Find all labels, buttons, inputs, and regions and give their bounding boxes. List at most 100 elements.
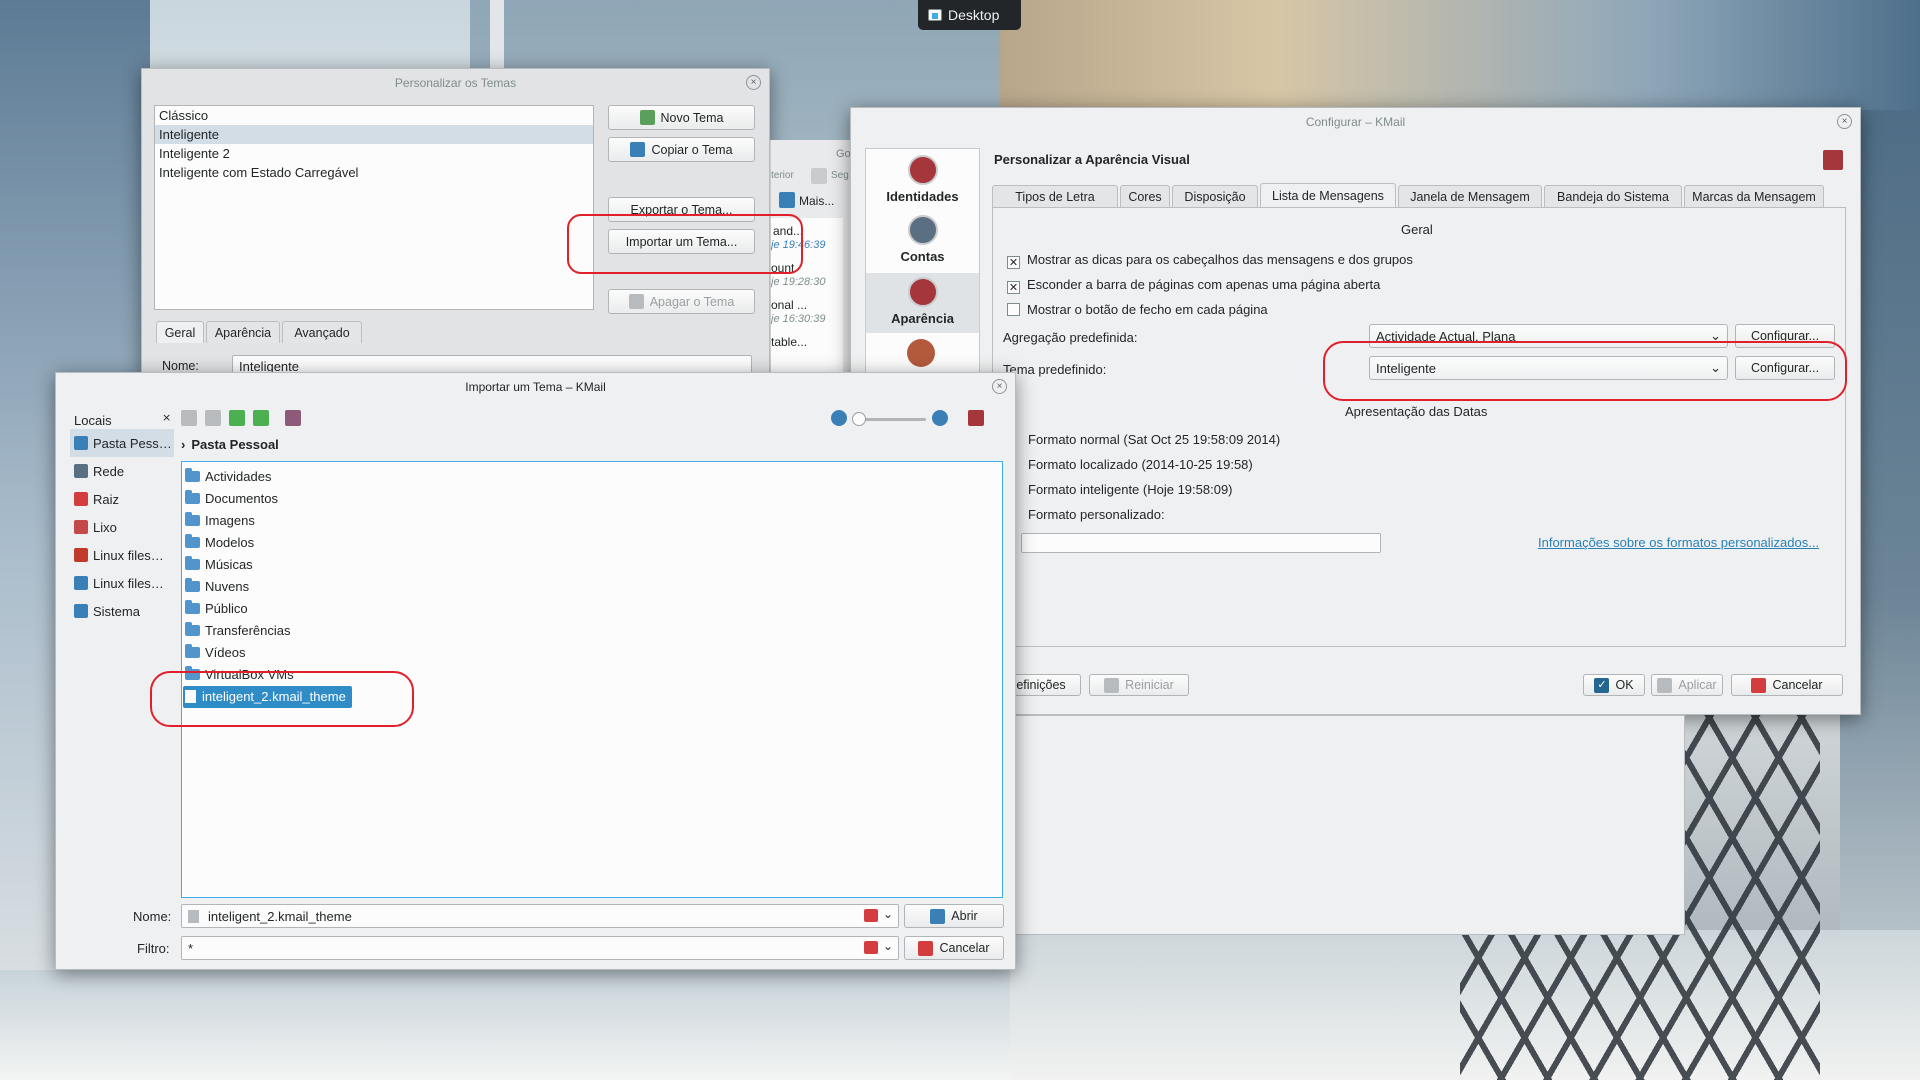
- button-label: Novo Tema: [660, 110, 724, 125]
- folder-item[interactable]: Nuvens: [183, 576, 1002, 598]
- date-format-normal[interactable]: Formato normal (Sat Oct 25 19:58:09 2014…: [1028, 432, 1280, 447]
- import-theme-button[interactable]: Importar um Tema...: [608, 229, 755, 254]
- tab-avancado[interactable]: Avançado: [282, 321, 362, 343]
- configure-aggregation-button[interactable]: Configurar...: [1735, 324, 1835, 348]
- tab-message-window[interactable]: Janela de Mensagem: [1398, 185, 1542, 207]
- place-home[interactable]: Pasta Pess…: [70, 429, 174, 457]
- ok-button[interactable]: ✓ OK: [1583, 674, 1645, 696]
- tab-layout[interactable]: Disposição: [1172, 185, 1258, 207]
- reload-icon[interactable]: [253, 410, 269, 426]
- export-theme-button[interactable]: Exportar o Tema...: [608, 197, 755, 222]
- tab-aparencia[interactable]: Aparência: [206, 321, 280, 343]
- folder-item[interactable]: Documentos: [183, 488, 1002, 510]
- place-root[interactable]: Raiz: [70, 485, 174, 513]
- up-icon[interactable]: [229, 410, 245, 426]
- chevron-down-icon[interactable]: ⌄: [883, 939, 893, 953]
- apply-button[interactable]: Aplicar: [1651, 674, 1723, 696]
- tab-message-tags[interactable]: Marcas da Mensagem: [1684, 185, 1824, 207]
- check-tooltips[interactable]: ✕ Mostrar as dicas para os cabeçalhos das…: [1007, 252, 1413, 269]
- place-linux-files-1[interactable]: Linux files…: [70, 541, 174, 569]
- filename-field[interactable]: inteligent_2.kmail_theme ⌄: [181, 904, 899, 928]
- configure-theme-button[interactable]: Configurar...: [1735, 356, 1835, 380]
- tab-colors[interactable]: Cores: [1120, 185, 1170, 207]
- zoom-slider[interactable]: [852, 412, 926, 426]
- folder-item[interactable]: Transferências: [183, 620, 1002, 642]
- folder-item[interactable]: VirtualBox VMs: [183, 664, 1002, 686]
- theme-item[interactable]: Clássico: [155, 106, 593, 125]
- place-network[interactable]: Rede: [70, 457, 174, 485]
- folder-icon: [185, 666, 200, 680]
- cancel-button[interactable]: Cancelar: [904, 936, 1004, 960]
- file-view[interactable]: Actividades Documentos Imagens Modelos M…: [181, 461, 1003, 898]
- folder-item[interactable]: Vídeos: [183, 642, 1002, 664]
- slider-handle[interactable]: [852, 412, 866, 426]
- file-item-selected[interactable]: inteligent_2.kmail_theme: [183, 686, 352, 708]
- place-trash[interactable]: Lixo: [70, 513, 174, 541]
- place-label: Linux files…: [93, 547, 164, 563]
- places-list[interactable]: Pasta Pess… Rede Raiz Lixo Linux files… …: [70, 429, 174, 625]
- theme-select[interactable]: Inteligente ⌄: [1369, 356, 1728, 380]
- clear-icon[interactable]: [864, 941, 878, 954]
- breadcrumb[interactable]: › Pasta Pessoal: [181, 437, 279, 452]
- folder-item[interactable]: Actividades: [183, 466, 1002, 488]
- folder-icon: [185, 490, 200, 504]
- check-close-button[interactable]: Mostrar o botão de fecho em cada página: [1007, 302, 1268, 317]
- folder-item[interactable]: Modelos: [183, 532, 1002, 554]
- check-hide-tabbar[interactable]: ✕ Esconder a barra de páginas com apenas …: [1007, 277, 1380, 294]
- forward-icon[interactable]: [205, 410, 221, 426]
- place-linux-files-2[interactable]: Linux files…: [70, 569, 174, 597]
- clear-icon[interactable]: [864, 909, 878, 922]
- custom-format-info-link[interactable]: Informações sobre os formatos personaliz…: [1538, 535, 1819, 550]
- theme-item-selected[interactable]: Inteligente: [155, 125, 593, 144]
- breadcrumb-label: Pasta Pessoal: [191, 437, 279, 452]
- theme-list[interactable]: Clássico Inteligente Inteligente 2 Intel…: [154, 105, 594, 310]
- sidebar-appearance[interactable]: Aparência: [866, 273, 979, 333]
- options-icon[interactable]: [968, 410, 984, 426]
- desktop-taskbar-button[interactable]: Desktop: [918, 0, 1021, 30]
- close-icon[interactable]: ×: [992, 379, 1007, 394]
- close-icon[interactable]: ×: [1837, 114, 1852, 129]
- more-icon[interactable]: [779, 192, 795, 208]
- theme-item[interactable]: Inteligente com Estado Carregável: [155, 163, 593, 182]
- config-titlebar[interactable]: Configurar – KMail ×: [851, 108, 1860, 135]
- tab-fonts[interactable]: Tipos de Letra: [992, 185, 1118, 207]
- close-places-icon[interactable]: ×: [162, 411, 171, 424]
- tab-message-list[interactable]: Lista de Mensagens: [1260, 183, 1396, 207]
- reset-button[interactable]: Reiniciar: [1089, 674, 1189, 696]
- folder-item[interactable]: Músicas: [183, 554, 1002, 576]
- place-system[interactable]: Sistema: [70, 597, 174, 625]
- folder-item[interactable]: Imagens: [183, 510, 1002, 532]
- zoom-in-icon[interactable]: [932, 410, 948, 426]
- aggregation-select[interactable]: Actividade Actual, Plana ⌄: [1369, 324, 1728, 348]
- checkbox-icon[interactable]: ✕: [1007, 281, 1020, 294]
- themes-titlebar[interactable]: Personalizar os Temas ×: [142, 69, 769, 96]
- checkbox-icon[interactable]: ✕: [1007, 256, 1020, 269]
- custom-format-field[interactable]: [1021, 533, 1381, 553]
- composer-icon[interactable]: [907, 339, 935, 367]
- checkbox-icon[interactable]: [1007, 303, 1020, 316]
- close-icon[interactable]: ×: [746, 75, 761, 90]
- theme-item[interactable]: Inteligente 2: [155, 144, 593, 163]
- zoom-out-icon[interactable]: [831, 410, 847, 426]
- forward-icon[interactable]: [811, 168, 827, 184]
- folder-item[interactable]: Público: [183, 598, 1002, 620]
- date-format-localized[interactable]: Formato localizado (2014-10-25 19:58): [1028, 457, 1253, 472]
- tab-system-tray[interactable]: Bandeja do Sistema: [1544, 185, 1682, 207]
- date-format-custom[interactable]: Formato personalizado:: [1028, 507, 1165, 522]
- delete-theme-button[interactable]: Apagar o Tema: [608, 289, 755, 314]
- chevron-down-icon[interactable]: ⌄: [883, 907, 893, 921]
- new-theme-button[interactable]: Novo Tema: [608, 105, 755, 130]
- folder-icon: [185, 578, 200, 592]
- preview-icon[interactable]: [285, 410, 301, 426]
- open-icon: [930, 908, 946, 924]
- filter-field[interactable]: * ⌄: [181, 936, 899, 960]
- back-icon[interactable]: [181, 410, 197, 426]
- sidebar-accounts[interactable]: Contas: [866, 215, 979, 264]
- tab-geral[interactable]: Geral: [156, 321, 204, 343]
- sidebar-identities[interactable]: Identidades: [866, 155, 979, 204]
- cancel-button[interactable]: Cancelar: [1731, 674, 1843, 696]
- copy-theme-button[interactable]: Copiar o Tema: [608, 137, 755, 162]
- open-button[interactable]: Abrir: [904, 904, 1004, 928]
- date-format-smart[interactable]: Formato inteligente (Hoje 19:58:09): [1028, 482, 1233, 497]
- import-titlebar[interactable]: Importar um Tema – KMail ×: [56, 373, 1015, 400]
